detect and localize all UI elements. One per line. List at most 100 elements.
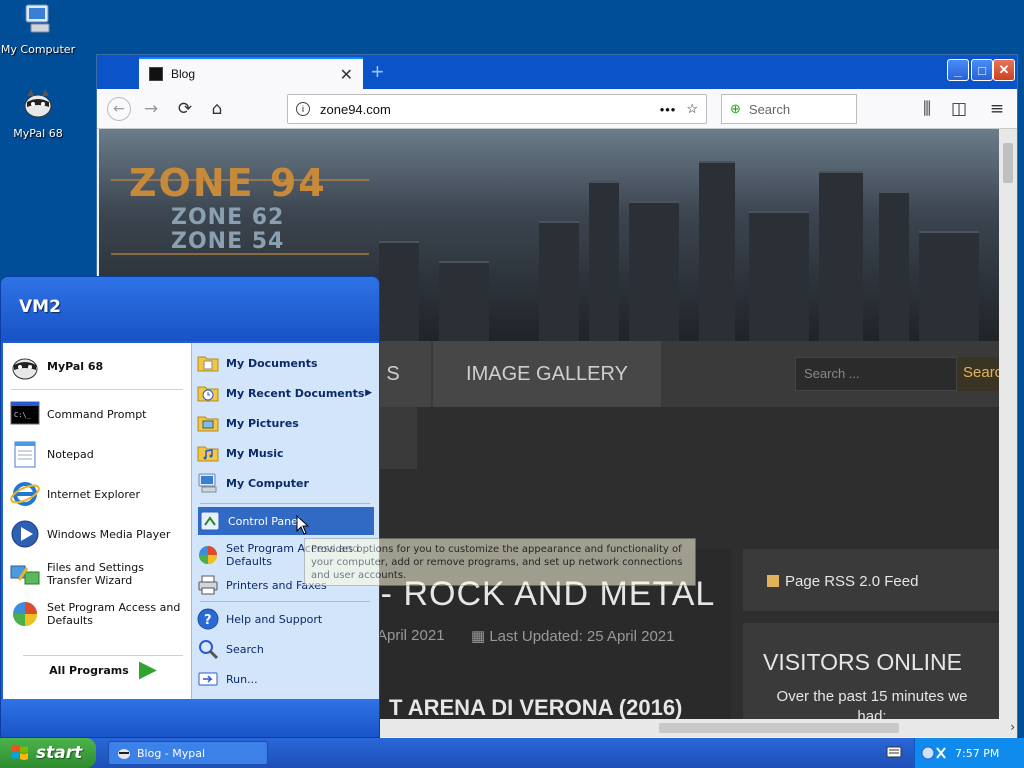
taskbar-item-label: Blog - Mypal xyxy=(137,746,206,760)
new-tab-button[interactable]: + xyxy=(371,59,384,85)
folder-recent-icon xyxy=(197,386,219,402)
raccoon-icon xyxy=(12,358,38,380)
article-subtitle[interactable]: T ARENA DI VERONA (2016) xyxy=(389,695,682,719)
start-item-my-music[interactable]: My Music xyxy=(196,439,376,467)
site-search-input[interactable]: Search ... xyxy=(795,357,957,391)
sidebar-icon[interactable]: ◫ xyxy=(947,97,971,121)
site-logo[interactable]: ZONE 94 xyxy=(129,161,327,205)
tab-blog[interactable]: Blog ✕ xyxy=(139,57,363,89)
folder-pictures-icon xyxy=(197,416,219,432)
start-item-control-panel[interactable]: Control Panel xyxy=(198,507,374,535)
notepad-icon xyxy=(14,441,36,468)
printer-icon xyxy=(198,575,218,595)
forward-button[interactable]: → xyxy=(139,97,163,121)
favicon xyxy=(149,67,163,81)
calendar-icon: ▦ xyxy=(471,628,490,645)
back-button[interactable]: ← xyxy=(107,97,131,121)
start-item-label: Set Program Access and Defaults xyxy=(47,601,181,627)
start-item-files-settings-transfer[interactable]: Files and Settings Transfer Wizard xyxy=(9,555,189,593)
rss-link[interactable]: Page RSS 2.0 Feed xyxy=(767,573,918,590)
start-item-command-prompt[interactable]: C:\_ Command Prompt xyxy=(9,395,189,433)
start-item-label: Windows Media Player xyxy=(47,527,171,541)
start-item-label: Search xyxy=(226,642,264,656)
network-icon[interactable] xyxy=(921,744,949,762)
taskbar-item-blog[interactable]: Blog - Mypal xyxy=(108,741,268,765)
rss-label-text: Page RSS 2.0 Feed xyxy=(785,573,919,590)
search-input[interactable]: ⊕ Search xyxy=(721,94,857,124)
info-icon[interactable]: i xyxy=(296,102,310,116)
control-panel-icon xyxy=(200,511,220,531)
start-item-label: Notepad xyxy=(47,447,94,461)
close-window-button[interactable]: ✕ xyxy=(993,59,1015,81)
desktop-icon-mypal[interactable]: MyPal 68 xyxy=(0,86,76,140)
site-search-button[interactable]: Searc xyxy=(957,357,999,391)
maximize-button[interactable]: □ xyxy=(971,59,993,81)
system-tray: 7:57 PM xyxy=(914,738,1024,768)
windows-flag-icon xyxy=(12,745,28,760)
scroll-right-icon[interactable]: › xyxy=(1010,720,1015,734)
computer-icon xyxy=(25,4,50,33)
start-item-label: My Pictures xyxy=(226,416,299,430)
library-icon[interactable]: ⫼ xyxy=(915,97,939,121)
hamburger-menu-icon[interactable]: ≡ xyxy=(985,97,1009,121)
start-item-label: My Music xyxy=(226,446,284,460)
separator xyxy=(200,503,370,504)
start-item-set-program-access[interactable]: Set Program Access and Defaults xyxy=(9,595,189,633)
desktop-icon-my-computer[interactable]: My Computer xyxy=(0,2,76,56)
start-button[interactable]: start xyxy=(0,738,96,768)
start-item-windows-media-player[interactable]: Windows Media Player xyxy=(9,515,189,553)
home-button[interactable]: ⌂ xyxy=(205,97,229,121)
bookmark-star-icon[interactable]: ☆ xyxy=(686,101,698,117)
start-menu-right-column: My Documents My Recent Documents ▶ My Pi… xyxy=(191,343,379,699)
start-item-my-computer[interactable]: My Computer xyxy=(196,469,376,497)
page-actions-icon[interactable]: ••• xyxy=(660,102,677,117)
svg-text:?: ? xyxy=(204,613,212,628)
taskbar: start Blog - Mypal 7:57 PM xyxy=(0,738,1024,768)
folder-music-icon xyxy=(197,446,219,462)
reload-button[interactable]: ⟳ xyxy=(173,97,197,121)
command-prompt-icon: C:\_ xyxy=(10,401,40,425)
internet-explorer-icon xyxy=(10,482,40,506)
start-label: start xyxy=(36,743,83,763)
search-placeholder: Search xyxy=(748,101,791,117)
start-item-notepad[interactable]: Notepad xyxy=(9,435,189,473)
start-item-mypal[interactable]: MyPal 68 xyxy=(9,347,189,385)
separator xyxy=(200,601,370,602)
program-access-icon xyxy=(199,546,217,564)
tab-title: Blog xyxy=(171,67,196,81)
submenu-arrow-icon: ▶ xyxy=(365,388,372,398)
scroll-thumb[interactable] xyxy=(1003,143,1013,183)
green-arrow-icon xyxy=(138,661,157,680)
minimize-button[interactable]: _ xyxy=(947,59,969,81)
tab-bar: Blog ✕ + _ □ ✕ xyxy=(97,55,1017,89)
transfer-wizard-icon xyxy=(10,565,40,585)
tab-close-icon[interactable]: ✕ xyxy=(340,65,353,84)
vertical-scrollbar[interactable] xyxy=(999,129,1017,719)
search-icon: ⊕ xyxy=(730,101,741,116)
start-item-run[interactable]: Run... xyxy=(196,665,376,693)
start-item-search[interactable]: Search xyxy=(196,635,376,663)
all-programs-button[interactable]: All Programs xyxy=(23,655,183,685)
start-item-label: Control Panel xyxy=(228,514,301,528)
start-item-my-recent-documents[interactable]: My Recent Documents ▶ xyxy=(196,379,376,407)
start-item-my-documents[interactable]: My Documents xyxy=(196,349,376,377)
user-name: VM2 xyxy=(19,297,61,317)
logo-sub-54: ZONE 54 xyxy=(171,229,285,254)
start-menu-left-column: MyPal 68 C:\_ Command Prompt Notepad Int… xyxy=(3,343,191,699)
start-item-label: My Documents xyxy=(226,356,318,370)
keyboard-icon[interactable] xyxy=(886,745,902,759)
start-item-internet-explorer[interactable]: Internet Explorer xyxy=(9,475,189,513)
all-programs-label: All Programs xyxy=(49,664,129,677)
start-item-label: Command Prompt xyxy=(47,407,147,421)
start-item-help-support[interactable]: ? Help and Support xyxy=(196,605,376,633)
visitors-text: Over the past 15 minutes we had: xyxy=(776,688,968,719)
computer-icon xyxy=(198,473,217,493)
run-icon xyxy=(198,672,218,686)
menu-item-label: S xyxy=(386,362,400,385)
menu-item-image-gallery[interactable]: IMAGE GALLERY xyxy=(433,341,661,407)
scroll-thumb[interactable] xyxy=(659,723,899,733)
clock[interactable]: 7:57 PM xyxy=(955,747,999,760)
start-menu-footer xyxy=(1,699,379,737)
start-item-my-pictures[interactable]: My Pictures xyxy=(196,409,376,437)
url-bar[interactable]: i zone94.com ••• ☆ xyxy=(287,94,707,124)
